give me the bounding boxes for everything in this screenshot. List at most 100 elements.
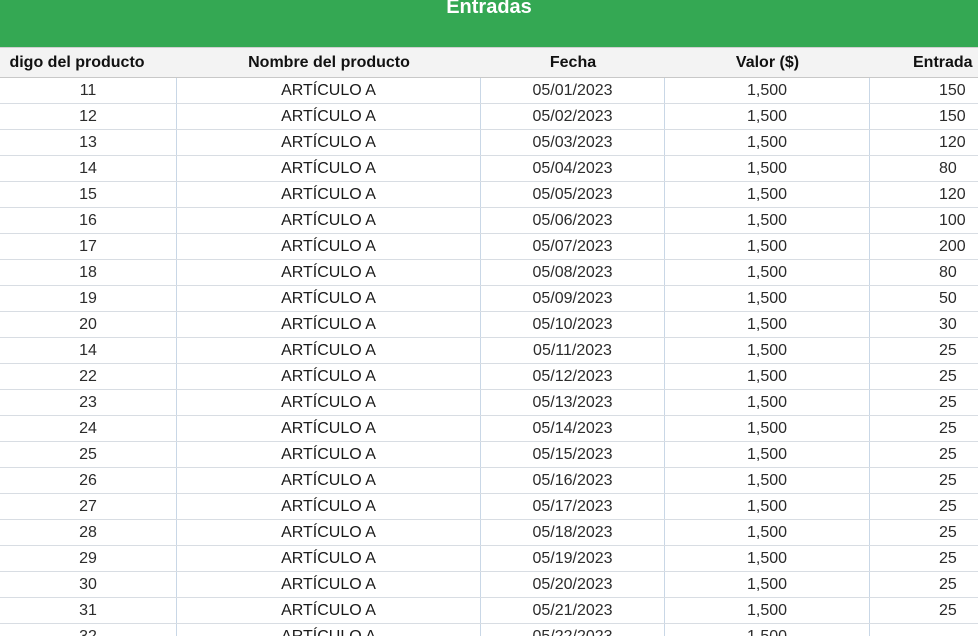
- cell-value[interactable]: 1,500: [665, 338, 870, 363]
- cell-product-name[interactable]: ARTÍCULO A: [177, 546, 481, 571]
- cell-product-name[interactable]: ARTÍCULO A: [177, 442, 481, 467]
- cell-entry[interactable]: 25: [870, 598, 978, 623]
- cell-product-name[interactable]: ARTÍCULO A: [177, 390, 481, 415]
- cell-value[interactable]: 1,500: [665, 520, 870, 545]
- cell-date[interactable]: 05/15/2023: [481, 442, 665, 467]
- cell-date[interactable]: 05/04/2023: [481, 156, 665, 181]
- cell-product-name[interactable]: ARTÍCULO A: [177, 312, 481, 337]
- cell-date[interactable]: 05/05/2023: [481, 182, 665, 207]
- cell-product-code[interactable]: 17: [0, 234, 177, 259]
- cell-date[interactable]: 05/11/2023: [481, 338, 665, 363]
- cell-product-code[interactable]: 11: [0, 78, 177, 103]
- cell-product-code[interactable]: 13: [0, 130, 177, 155]
- cell-date[interactable]: 05/01/2023: [481, 78, 665, 103]
- cell-value[interactable]: 1,500: [665, 546, 870, 571]
- cell-product-name[interactable]: ARTÍCULO A: [177, 598, 481, 623]
- cell-product-code[interactable]: 28: [0, 520, 177, 545]
- cell-product-code[interactable]: 16: [0, 208, 177, 233]
- cell-entry[interactable]: 25: [870, 338, 978, 363]
- cell-date[interactable]: 05/20/2023: [481, 572, 665, 597]
- cell-value[interactable]: 1,500: [665, 156, 870, 181]
- cell-entry[interactable]: 50: [870, 286, 978, 311]
- cell-product-name[interactable]: ARTÍCULO A: [177, 286, 481, 311]
- cell-date[interactable]: 05/06/2023: [481, 208, 665, 233]
- cell-product-name[interactable]: ARTÍCULO A: [177, 624, 481, 636]
- cell-product-code[interactable]: 32: [0, 624, 177, 636]
- cell-entry[interactable]: 80: [870, 156, 978, 181]
- cell-product-name[interactable]: ARTÍCULO A: [177, 234, 481, 259]
- cell-date[interactable]: 05/14/2023: [481, 416, 665, 441]
- cell-product-code[interactable]: 24: [0, 416, 177, 441]
- cell-product-name[interactable]: ARTÍCULO A: [177, 494, 481, 519]
- header-value[interactable]: Valor ($): [665, 48, 870, 77]
- cell-date[interactable]: 05/12/2023: [481, 364, 665, 389]
- cell-value[interactable]: 1,500: [665, 286, 870, 311]
- cell-product-code[interactable]: 14: [0, 156, 177, 181]
- cell-date[interactable]: 05/22/2023: [481, 624, 665, 636]
- cell-date[interactable]: 05/19/2023: [481, 546, 665, 571]
- cell-entry[interactable]: [870, 624, 978, 636]
- cell-product-code[interactable]: 12: [0, 104, 177, 129]
- cell-entry[interactable]: 200: [870, 234, 978, 259]
- cell-value[interactable]: 1,500: [665, 494, 870, 519]
- cell-value[interactable]: 1,500: [665, 468, 870, 493]
- cell-product-code[interactable]: 31: [0, 598, 177, 623]
- cell-entry[interactable]: 25: [870, 390, 978, 415]
- cell-entry[interactable]: 25: [870, 364, 978, 389]
- cell-product-code[interactable]: 29: [0, 546, 177, 571]
- cell-entry[interactable]: 25: [870, 468, 978, 493]
- cell-product-name[interactable]: ARTÍCULO A: [177, 520, 481, 545]
- cell-product-name[interactable]: ARTÍCULO A: [177, 130, 481, 155]
- cell-date[interactable]: 05/09/2023: [481, 286, 665, 311]
- cell-value[interactable]: 1,500: [665, 78, 870, 103]
- cell-entry[interactable]: 25: [870, 572, 978, 597]
- cell-entry[interactable]: 25: [870, 442, 978, 467]
- cell-date[interactable]: 05/08/2023: [481, 260, 665, 285]
- cell-value[interactable]: 1,500: [665, 624, 870, 636]
- cell-date[interactable]: 05/10/2023: [481, 312, 665, 337]
- cell-date[interactable]: 05/18/2023: [481, 520, 665, 545]
- header-entry[interactable]: Entrada: [870, 48, 978, 77]
- header-product-name[interactable]: Nombre del producto: [177, 48, 481, 77]
- cell-value[interactable]: 1,500: [665, 390, 870, 415]
- cell-value[interactable]: 1,500: [665, 260, 870, 285]
- cell-product-code[interactable]: 19: [0, 286, 177, 311]
- cell-value[interactable]: 1,500: [665, 572, 870, 597]
- cell-product-name[interactable]: ARTÍCULO A: [177, 78, 481, 103]
- cell-product-code[interactable]: 27: [0, 494, 177, 519]
- cell-value[interactable]: 1,500: [665, 104, 870, 129]
- cell-entry[interactable]: 100: [870, 208, 978, 233]
- cell-value[interactable]: 1,500: [665, 364, 870, 389]
- cell-date[interactable]: 05/16/2023: [481, 468, 665, 493]
- cell-product-name[interactable]: ARTÍCULO A: [177, 260, 481, 285]
- cell-value[interactable]: 1,500: [665, 416, 870, 441]
- cell-product-name[interactable]: ARTÍCULO A: [177, 572, 481, 597]
- cell-value[interactable]: 1,500: [665, 130, 870, 155]
- cell-date[interactable]: 05/21/2023: [481, 598, 665, 623]
- cell-entry[interactable]: 25: [870, 546, 978, 571]
- cell-product-code[interactable]: 15: [0, 182, 177, 207]
- cell-product-name[interactable]: ARTÍCULO A: [177, 104, 481, 129]
- cell-product-code[interactable]: 30: [0, 572, 177, 597]
- cell-entry[interactable]: 80: [870, 260, 978, 285]
- cell-value[interactable]: 1,500: [665, 312, 870, 337]
- cell-entry[interactable]: 30: [870, 312, 978, 337]
- cell-product-code[interactable]: 26: [0, 468, 177, 493]
- cell-product-name[interactable]: ARTÍCULO A: [177, 208, 481, 233]
- cell-product-name[interactable]: ARTÍCULO A: [177, 156, 481, 181]
- cell-value[interactable]: 1,500: [665, 182, 870, 207]
- cell-value[interactable]: 1,500: [665, 208, 870, 233]
- cell-entry[interactable]: 25: [870, 520, 978, 545]
- cell-date[interactable]: 05/07/2023: [481, 234, 665, 259]
- cell-product-name[interactable]: ARTÍCULO A: [177, 182, 481, 207]
- cell-product-name[interactable]: ARTÍCULO A: [177, 416, 481, 441]
- cell-product-code[interactable]: 18: [0, 260, 177, 285]
- cell-product-name[interactable]: ARTÍCULO A: [177, 364, 481, 389]
- cell-value[interactable]: 1,500: [665, 442, 870, 467]
- cell-value[interactable]: 1,500: [665, 234, 870, 259]
- header-date[interactable]: Fecha: [481, 48, 665, 77]
- cell-date[interactable]: 05/03/2023: [481, 130, 665, 155]
- cell-date[interactable]: 05/13/2023: [481, 390, 665, 415]
- cell-entry[interactable]: 150: [870, 78, 978, 103]
- cell-product-code[interactable]: 14: [0, 338, 177, 363]
